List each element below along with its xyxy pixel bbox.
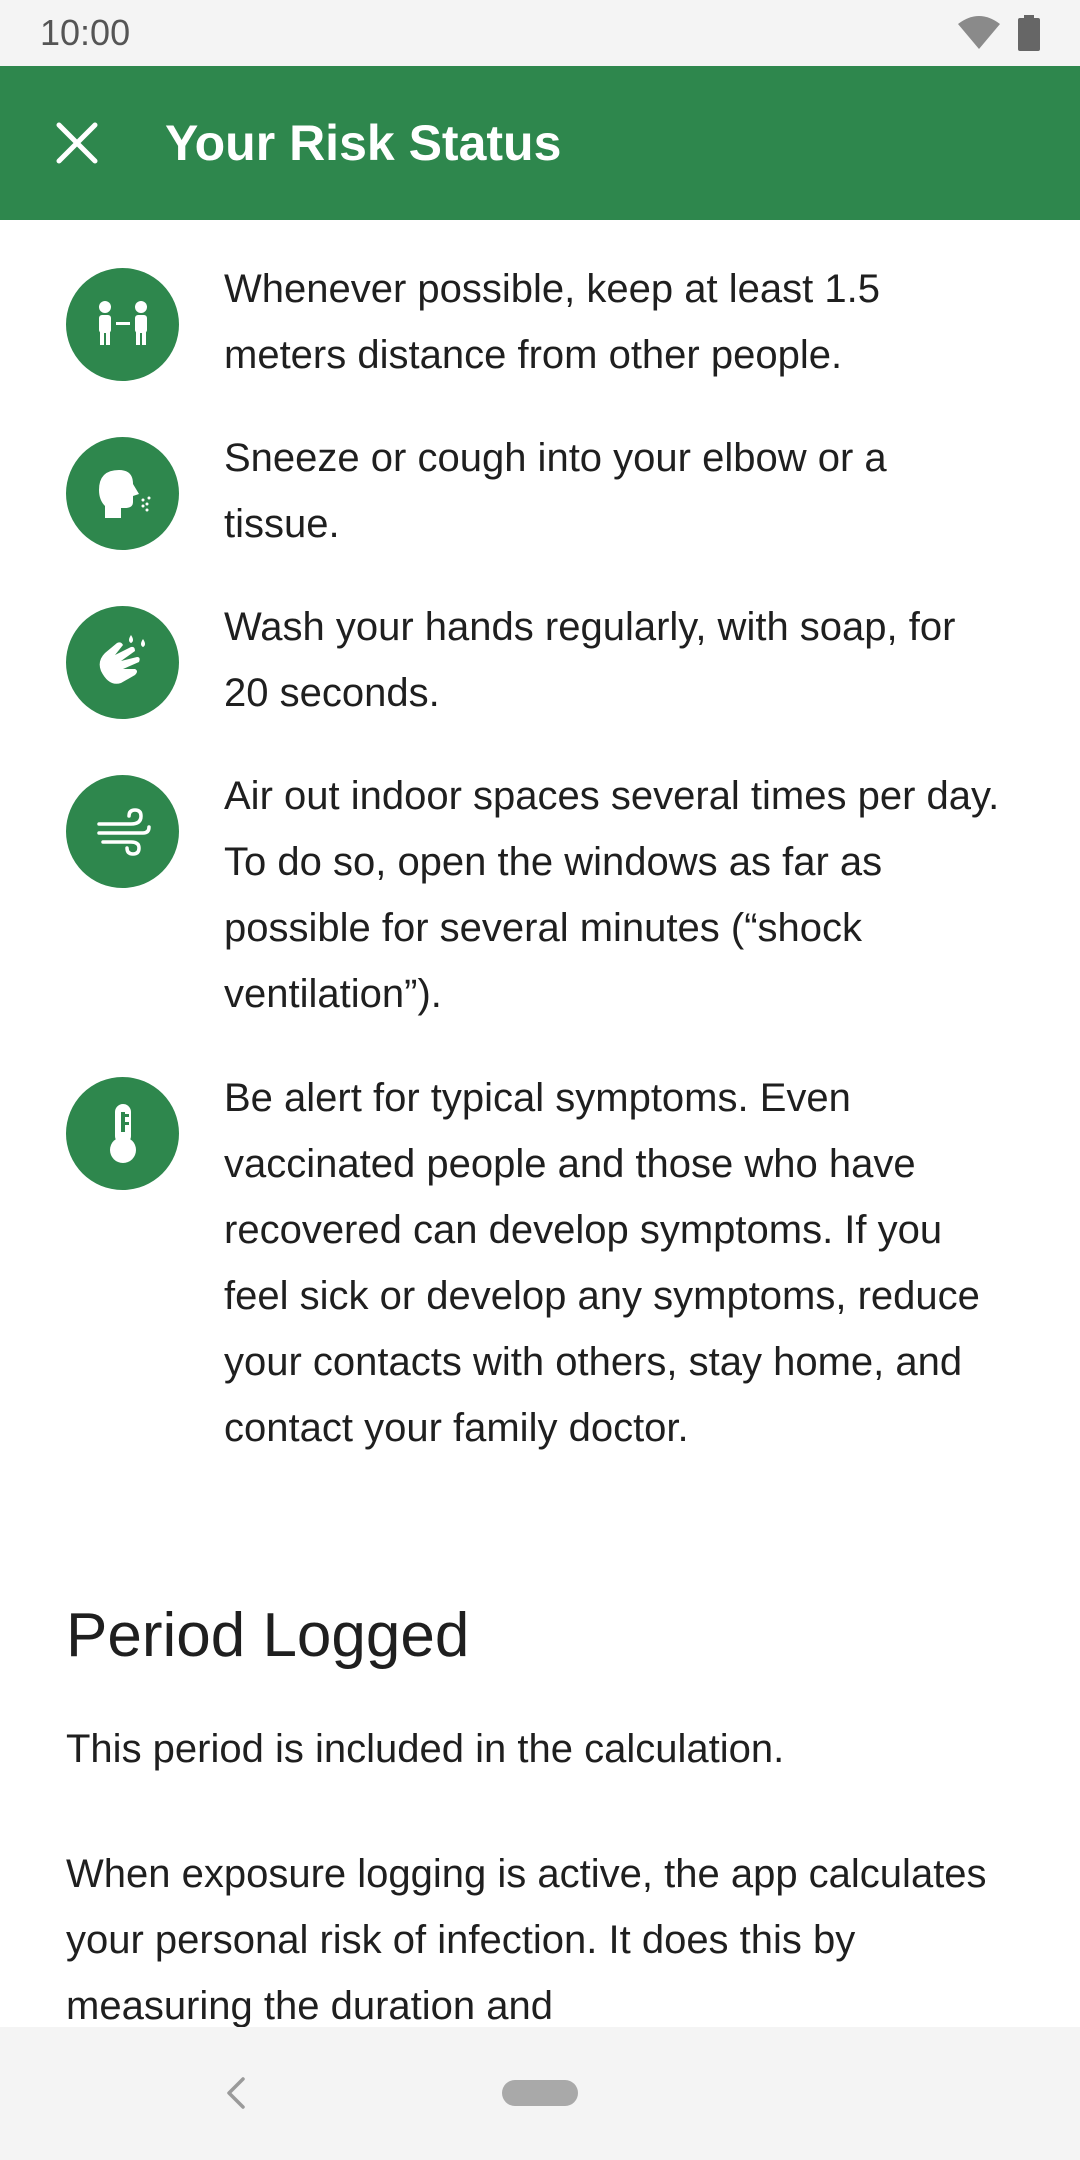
tip-text: Wash your hands regularly, with soap, fo… xyxy=(224,605,956,715)
ventilation-icon xyxy=(66,775,179,888)
status-time: 10:00 xyxy=(40,12,131,53)
status-bar: 10:00 xyxy=(0,0,1080,66)
status-icons xyxy=(958,15,1040,51)
back-icon xyxy=(227,2077,245,2109)
battery-icon xyxy=(1018,15,1040,51)
wifi-icon xyxy=(958,16,1000,49)
app-bar: Your Risk Status xyxy=(0,66,1080,220)
content-scroll[interactable]: Whenever possible, keep at least 1.5 met… xyxy=(0,220,1080,2027)
section-subtitle: This period is included in the calculati… xyxy=(66,1727,785,1771)
page-title: Your Risk Status xyxy=(165,115,562,171)
back-button[interactable] xyxy=(220,2071,250,2115)
close-icon xyxy=(56,122,98,164)
tip-text: Be alert for typical symptoms. Even vacc… xyxy=(224,1076,980,1450)
tip-text: Whenever possible, keep at least 1.5 met… xyxy=(224,267,880,377)
sneeze-icon xyxy=(66,437,179,550)
close-button[interactable] xyxy=(37,103,117,183)
hand-wash-icon xyxy=(66,606,179,719)
clipped-text xyxy=(224,220,235,241)
distance-icon xyxy=(66,268,179,381)
section-body: When exposure logging is active, the app… xyxy=(66,1852,987,2027)
home-button[interactable] xyxy=(502,2080,578,2106)
tip-text: Sneeze or cough into your elbow or a tis… xyxy=(224,436,887,546)
thermometer-icon xyxy=(66,1077,179,1190)
section-title: Period Logged xyxy=(66,1601,470,1670)
tip-text: Air out indoor spaces several times per … xyxy=(224,774,1000,1016)
navigation-bar xyxy=(0,2027,1080,2160)
